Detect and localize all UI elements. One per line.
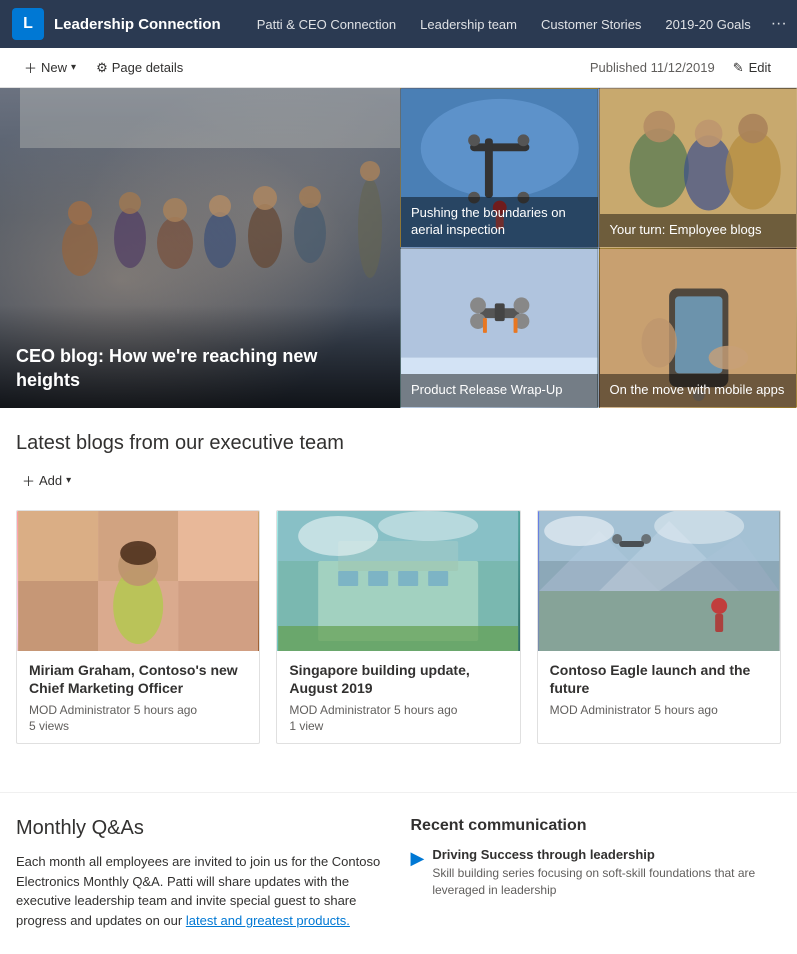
pencil-icon: ✎ xyxy=(733,60,744,76)
site-title: Leadership Connection xyxy=(54,16,221,33)
blog-3-illustration xyxy=(538,511,780,651)
blogs-section: Latest blogs from our executive team ＋ A… xyxy=(0,408,797,792)
recent-item-desc: Skill building series focusing on soft-s… xyxy=(432,865,781,899)
add-bar: ＋ Add ▾ xyxy=(16,467,781,494)
nav-link-patti[interactable]: Patti & CEO Connection xyxy=(245,0,408,48)
hero-cell-3-caption: Product Release Wrap-Up xyxy=(401,374,598,407)
nav-link-goals[interactable]: 2019-20 Goals xyxy=(653,0,762,48)
blog-card-2-body: Singapore building update, August 2019 M… xyxy=(277,651,519,743)
blog-card-3-time: 5 hours ago xyxy=(654,703,717,717)
settings-icon: ⚙ xyxy=(96,60,108,76)
recent-comm: Recent communication ▶ Driving Success t… xyxy=(411,817,782,930)
page-details-button[interactable]: ⚙ Page details xyxy=(96,60,183,76)
blog-card-2-time: 5 hours ago xyxy=(394,703,457,717)
hero-main-caption: CEO blog: How we're reaching new heights xyxy=(0,305,400,408)
blog-card-2-views: 1 view xyxy=(289,719,507,733)
hero-cell-3-text: Product Release Wrap-Up xyxy=(411,382,563,397)
hero-cell-1-text: Pushing the boundaries on aerial inspect… xyxy=(411,205,566,237)
blog-card-2-author: MOD Administrator xyxy=(289,703,390,717)
blogs-section-title: Latest blogs from our executive team xyxy=(16,432,781,455)
blog-card-2-title: Singapore building update, August 2019 xyxy=(289,661,507,697)
blog-card-2[interactable]: Singapore building update, August 2019 M… xyxy=(276,510,520,744)
new-chevron-icon: ▾ xyxy=(71,62,76,73)
toolbar-right: Published 11/12/2019 ✎ Edit xyxy=(590,56,781,80)
monthly-qa: Monthly Q&As Each month all employees ar… xyxy=(16,817,387,930)
hero-section: CEO blog: How we're reaching new heights… xyxy=(0,88,797,408)
blogs-grid: Miriam Graham, Contoso's new Chief Marke… xyxy=(16,510,781,744)
hero-cell-2[interactable]: Your turn: Employee blogs xyxy=(599,88,797,248)
hero-main-title: CEO blog: How we're reaching new heights xyxy=(16,345,384,392)
hero-cell-3[interactable]: Product Release Wrap-Up xyxy=(400,248,599,408)
blog-card-1-body: Miriam Graham, Contoso's new Chief Marke… xyxy=(17,651,259,743)
top-nav: L Leadership Connection Patti & CEO Conn… xyxy=(0,0,797,48)
hero-cell-4-text: On the move with mobile apps xyxy=(610,382,785,397)
hero-cell-4-caption: On the move with mobile apps xyxy=(600,374,797,407)
hero-main-card[interactable]: CEO blog: How we're reaching new heights xyxy=(0,88,400,408)
monthly-text: Each month all employees are invited to … xyxy=(16,852,387,930)
blog-card-3[interactable]: Contoso Eagle launch and the future MOD … xyxy=(537,510,781,744)
blog-card-2-image xyxy=(277,511,519,651)
page-details-label: Page details xyxy=(112,60,184,75)
blog-card-1-meta: MOD Administrator 5 hours ago xyxy=(29,703,247,717)
blog-card-3-title: Contoso Eagle launch and the future xyxy=(550,661,768,697)
recent-comm-title: Recent communication xyxy=(411,817,782,835)
blog-card-1-image xyxy=(17,511,259,651)
blog-card-2-meta: MOD Administrator 5 hours ago xyxy=(289,703,507,717)
page-toolbar: ＋ New ▾ ⚙ Page details Published 11/12/2… xyxy=(0,48,797,88)
monthly-link[interactable]: latest and greatest products. xyxy=(186,913,350,928)
site-logo[interactable]: L xyxy=(12,8,44,40)
add-plus-icon: ＋ xyxy=(22,471,35,490)
edit-page-label: Edit xyxy=(749,60,771,75)
new-button[interactable]: ＋ New ▾ xyxy=(16,54,84,81)
hero-cell-1[interactable]: Pushing the boundaries on aerial inspect… xyxy=(400,88,599,248)
hero-cell-2-caption: Your turn: Employee blogs xyxy=(600,214,797,247)
nav-link-leadership[interactable]: Leadership team xyxy=(408,0,529,48)
blog-card-1-time: 5 hours ago xyxy=(134,703,197,717)
blog-card-1-title: Miriam Graham, Contoso's new Chief Marke… xyxy=(29,661,247,697)
blog-1-illustration xyxy=(17,511,259,651)
add-button[interactable]: ＋ Add ▾ xyxy=(16,467,77,494)
recent-item-content: Driving Success through leadership Skill… xyxy=(432,847,781,899)
nav-link-stories[interactable]: Customer Stories xyxy=(529,0,653,48)
monthly-title: Monthly Q&As xyxy=(16,817,387,840)
recent-comm-item[interactable]: ▶ Driving Success through leadership Ski… xyxy=(411,847,782,899)
blog-card-1-views: 5 views xyxy=(29,719,247,733)
blog-card-1[interactable]: Miriam Graham, Contoso's new Chief Marke… xyxy=(16,510,260,744)
hero-grid: Pushing the boundaries on aerial inspect… xyxy=(400,88,797,408)
hero-cell-4[interactable]: On the move with mobile apps xyxy=(599,248,797,408)
blog-card-1-author: MOD Administrator xyxy=(29,703,130,717)
logo-letter: L xyxy=(23,15,33,33)
blog-card-3-body: Contoso Eagle launch and the future MOD … xyxy=(538,651,780,729)
arrow-right-icon: ▶ xyxy=(411,848,425,869)
hero-cell-1-caption: Pushing the boundaries on aerial inspect… xyxy=(401,197,598,247)
hero-cell-2-text: Your turn: Employee blogs xyxy=(610,222,762,237)
edit-page-button[interactable]: ✎ Edit xyxy=(723,56,781,80)
blog-card-3-meta: MOD Administrator 5 hours ago xyxy=(550,703,768,717)
published-status: Published 11/12/2019 xyxy=(590,60,715,75)
blog-card-3-image xyxy=(538,511,780,651)
nav-links: Patti & CEO Connection Leadership team C… xyxy=(245,0,795,48)
new-label: New xyxy=(41,60,67,75)
bottom-section: Monthly Q&As Each month all employees ar… xyxy=(0,792,797,954)
nav-more-icon[interactable]: ··· xyxy=(763,0,795,48)
blog-2-illustration xyxy=(277,511,519,651)
add-chevron-icon: ▾ xyxy=(66,475,71,486)
recent-item-title: Driving Success through leadership xyxy=(432,847,781,862)
toolbar-left: ＋ New ▾ ⚙ Page details xyxy=(16,54,183,81)
add-label: Add xyxy=(39,473,62,488)
plus-icon: ＋ xyxy=(24,58,37,77)
blog-card-3-author: MOD Administrator xyxy=(550,703,651,717)
